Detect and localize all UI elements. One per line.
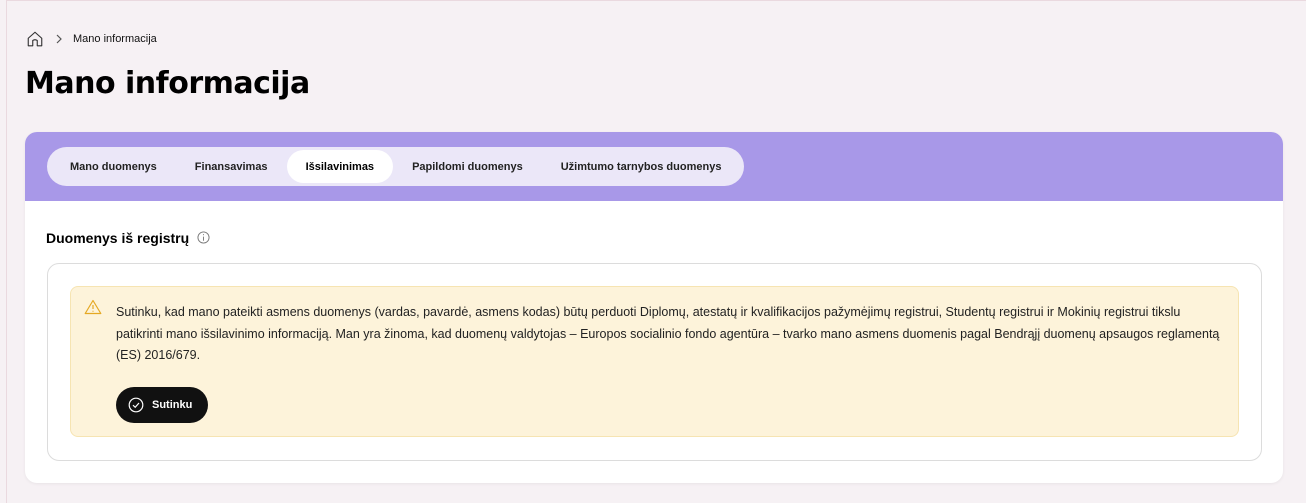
check-circle-icon	[128, 397, 144, 413]
tab-issilavinimas[interactable]: Išsilavinimas	[286, 150, 394, 183]
breadcrumb-current: Mano informacija	[73, 33, 157, 45]
tabs: Mano duomenys Finansavimas Išsilavinimas…	[47, 147, 745, 186]
tab-mano-duomenys[interactable]: Mano duomenys	[51, 150, 176, 183]
consent-alert: Sutinku, kad mano pateikti asmens duomen…	[70, 286, 1239, 437]
tab-papildomi-duomenys[interactable]: Papildomi duomenys	[393, 150, 542, 183]
agree-button[interactable]: Sutinku	[116, 387, 209, 423]
tab-uzimtumo-tarnybos-duomenys[interactable]: Užimtumo tarnybos duomenys	[542, 150, 741, 183]
registry-panel: Sutinku, kad mano pateikti asmens duomen…	[47, 263, 1262, 461]
content-card: Mano duomenys Finansavimas Išsilavinimas…	[25, 132, 1283, 483]
consent-text: Sutinku, kad mano pateikti asmens duomen…	[116, 305, 1220, 362]
tab-finansavimas[interactable]: Finansavimas	[176, 150, 287, 183]
warning-icon	[84, 299, 102, 315]
info-icon[interactable]	[197, 231, 211, 245]
section-title: Duomenys iš registrų	[46, 230, 190, 246]
breadcrumb: Mano informacija	[25, 29, 157, 49]
page-title: Mano informacija	[25, 66, 310, 101]
home-icon[interactable]	[25, 29, 45, 49]
section-header: Duomenys iš registrų	[46, 230, 211, 246]
chevron-right-icon	[53, 33, 65, 45]
agree-button-label: Sutinku	[152, 399, 193, 411]
